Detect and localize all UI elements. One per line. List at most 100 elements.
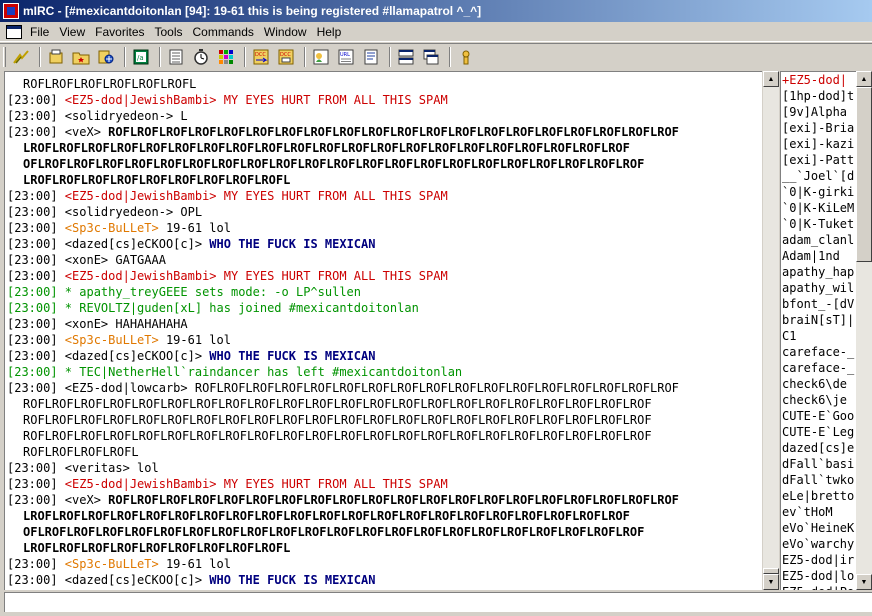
- nick-scroll-down-button[interactable]: ▼: [856, 574, 872, 590]
- chat-text: LROFLROFLROFLROFLROFLROFLROFLROFLROFLROF…: [23, 509, 630, 523]
- menu-commands[interactable]: Commands: [189, 25, 260, 39]
- nick-item[interactable]: [exi]-Patt: [781, 152, 856, 168]
- favorites-icon[interactable]: [70, 46, 92, 68]
- nick-item[interactable]: dazed[cs]e: [781, 440, 856, 456]
- chat-text: LROFLROFLROFLROFLROFLROFLROFLROFLROFL: [23, 173, 291, 187]
- menu-window[interactable]: Window: [260, 25, 313, 39]
- dcc-send-icon[interactable]: DCC: [250, 46, 272, 68]
- chat-line: LROFLROFLROFLROFLROFLROFLROFLROFLROFLROF…: [5, 508, 762, 524]
- nick-item[interactable]: [exi]-kazi: [781, 136, 856, 152]
- chat-line: [23:00] <EZ5-dod|JewishBambi> MY EYES HU…: [5, 268, 762, 284]
- chat-line: LROFLROFLROFLROFLROFLROFLROFLROFLROFL: [5, 172, 762, 188]
- menu-tools[interactable]: Tools: [151, 25, 189, 39]
- chat-text: <Sp3c-BuLLeT>: [64, 333, 159, 347]
- chat-line: [23:00] * apathy_treyGEEE sets mode: -o …: [5, 284, 762, 300]
- nick-list[interactable]: +EZ5-dod| [1hp-dod]t [9v]Alpha [exi]-Bria [e…: [780, 71, 856, 590]
- nick-item[interactable]: EZ5-dod|ir: [781, 552, 856, 568]
- nick-item[interactable]: CUTE-E`Goo: [781, 408, 856, 424]
- nick-item[interactable]: ev`tHoM: [781, 504, 856, 520]
- chat-text: LROFLROFLROFLROFLROFLROFLROFLROFLROFL: [23, 541, 291, 555]
- chat-text: [23:00]: [7, 477, 65, 491]
- list-channels-icon[interactable]: [95, 46, 117, 68]
- mirc-app-icon[interactable]: [3, 3, 19, 19]
- nick-item[interactable]: careface-_: [781, 360, 856, 376]
- menu-favorites[interactable]: Favorites: [91, 25, 150, 39]
- chat-window[interactable]: ROFLROFLROFLROFLROFLROFLROFLROFLROFLROFL…: [4, 71, 762, 590]
- nick-item[interactable]: `0|K-girki: [781, 184, 856, 200]
- nick-item[interactable]: CUTE-E`Leg: [781, 424, 856, 440]
- nick-item[interactable]: bfont_-[dV: [781, 296, 856, 312]
- message-input[interactable]: [4, 592, 872, 612]
- nick-list-scrollbar[interactable]: ▲ ▼: [856, 71, 872, 590]
- nick-item[interactable]: apathy_hap: [781, 264, 856, 280]
- chat-line: [23:00] <Sp3c-BuLLeT> 19-61 lol: [5, 556, 762, 572]
- nick-item[interactable]: careface-_: [781, 344, 856, 360]
- nick-item[interactable]: adam_clanl: [781, 232, 856, 248]
- nick-item[interactable]: C1: [781, 328, 856, 344]
- chat-line: [23:00] <xonE> HAHAHAHAHA: [5, 316, 762, 332]
- nick-item[interactable]: apathy_wil: [781, 280, 856, 296]
- toolbar-separator: [244, 46, 246, 67]
- nick-item[interactable]: dFall`twko: [781, 472, 856, 488]
- scroll-up-button[interactable]: ▲: [763, 71, 779, 87]
- chat-text: [23:00] <solidryedeon-> OPL: [7, 205, 203, 219]
- nick-item[interactable]: +EZ5-dod|: [781, 72, 856, 88]
- chat-line: LROFLROFLROFLROFLROFLROFLROFLROFLROFLROF…: [5, 140, 762, 156]
- chat-line: ROFLROFLROFLROFLROFLROFLROFLROFLROFLROFL…: [5, 396, 762, 412]
- log-icon[interactable]: [360, 46, 382, 68]
- scroll-down-button[interactable]: ▼: [763, 574, 779, 590]
- nick-item[interactable]: [1hp-dod]t: [781, 88, 856, 104]
- nick-item[interactable]: dFall`basi: [781, 456, 856, 472]
- chat-line: [23:00] <solidryedeon-> L: [5, 108, 762, 124]
- nick-item[interactable]: check6\je: [781, 392, 856, 408]
- chat-text: LROFLROFLROFLROFLROFLROFLROFLROFLROFLROF…: [23, 141, 630, 155]
- help-icon[interactable]: [455, 46, 477, 68]
- nick-scroll-up-button[interactable]: ▲: [856, 71, 872, 87]
- menu-view[interactable]: View: [55, 25, 91, 39]
- nick-item[interactable]: check6\de: [781, 376, 856, 392]
- nick-item[interactable]: `0|K-KiLeM: [781, 200, 856, 216]
- nick-item[interactable]: Adam|1nd: [781, 248, 856, 264]
- chat-text: [23:00] <veX>: [7, 493, 109, 507]
- nick-lines: +EZ5-dod| [1hp-dod]t [9v]Alpha [exi]-Bria [e…: [781, 72, 856, 590]
- nick-item[interactable]: eVo`HeineK: [781, 520, 856, 536]
- options-icon[interactable]: [45, 46, 67, 68]
- colors-icon[interactable]: [215, 46, 237, 68]
- mdi-window-icon[interactable]: [6, 24, 22, 39]
- chat-text: 19-61 lol: [158, 221, 231, 235]
- chat-text: ROFLROFLROFLROFLROFLROFLROFLROFLROFLROFL…: [23, 72, 688, 75]
- address-book-icon[interactable]: [165, 46, 187, 68]
- chat-line: [23:00] <EZ5-dod|JewishBambi> MY EYES HU…: [5, 476, 762, 492]
- chat-line: [23:00] <dazed[cs]eCKOO[c]> WHO THE FUCK…: [5, 572, 762, 588]
- connect-icon[interactable]: [10, 46, 32, 68]
- toolbar-grip[interactable]: [3, 46, 6, 67]
- nick-item[interactable]: `0|K-Tuket: [781, 216, 856, 232]
- nick-scroll-thumb[interactable]: [856, 87, 872, 262]
- nick-item[interactable]: __`Joel`[d: [781, 168, 856, 184]
- chat-line: ROFLROFLROFLROFLROFLROFLROFLROFLROFLROFL…: [5, 412, 762, 428]
- scripts-editor-icon[interactable]: /a: [130, 46, 152, 68]
- chat-scrollbar[interactable]: ▲ ▼: [763, 71, 779, 590]
- nick-item[interactable]: EZ5-dod|Po: [781, 584, 856, 590]
- dcc-chat-icon[interactable]: DCC: [275, 46, 297, 68]
- tile-horizontal-icon[interactable]: [395, 46, 417, 68]
- nick-item[interactable]: eVo`warchy: [781, 536, 856, 552]
- url-list-icon[interactable]: URL: [335, 46, 357, 68]
- nick-item[interactable]: braiN[sT]|: [781, 312, 856, 328]
- chat-text: [23:00] <veX>: [7, 125, 109, 139]
- chat-line: OFLROFLROFLROFLROFLROFLROFLROFLROFLROFLR…: [5, 156, 762, 172]
- menu-file[interactable]: File: [26, 25, 55, 39]
- cascade-icon[interactable]: [420, 46, 442, 68]
- nick-item[interactable]: [exi]-Bria: [781, 120, 856, 136]
- timer-icon[interactable]: [190, 46, 212, 68]
- nick-item[interactable]: eLe|bretto: [781, 488, 856, 504]
- chat-text: OFLROFLROFLROFLROFLROFLROFLROFLROFLROFLR…: [23, 157, 645, 171]
- nick-item[interactable]: [9v]Alpha: [781, 104, 856, 120]
- menu-help[interactable]: Help: [313, 25, 348, 39]
- nick-item[interactable]: EZ5-dod|lo: [781, 568, 856, 584]
- chat-text: MY EYES HURT FROM ALL THIS SPAM: [216, 269, 448, 283]
- notify-list-icon[interactable]: [310, 46, 332, 68]
- svg-text:DCC: DCC: [280, 52, 291, 58]
- chat-line: [23:00] <xonE> GATGAAA: [5, 252, 762, 268]
- chat-line: [23:00] <veritas> lol: [5, 460, 762, 476]
